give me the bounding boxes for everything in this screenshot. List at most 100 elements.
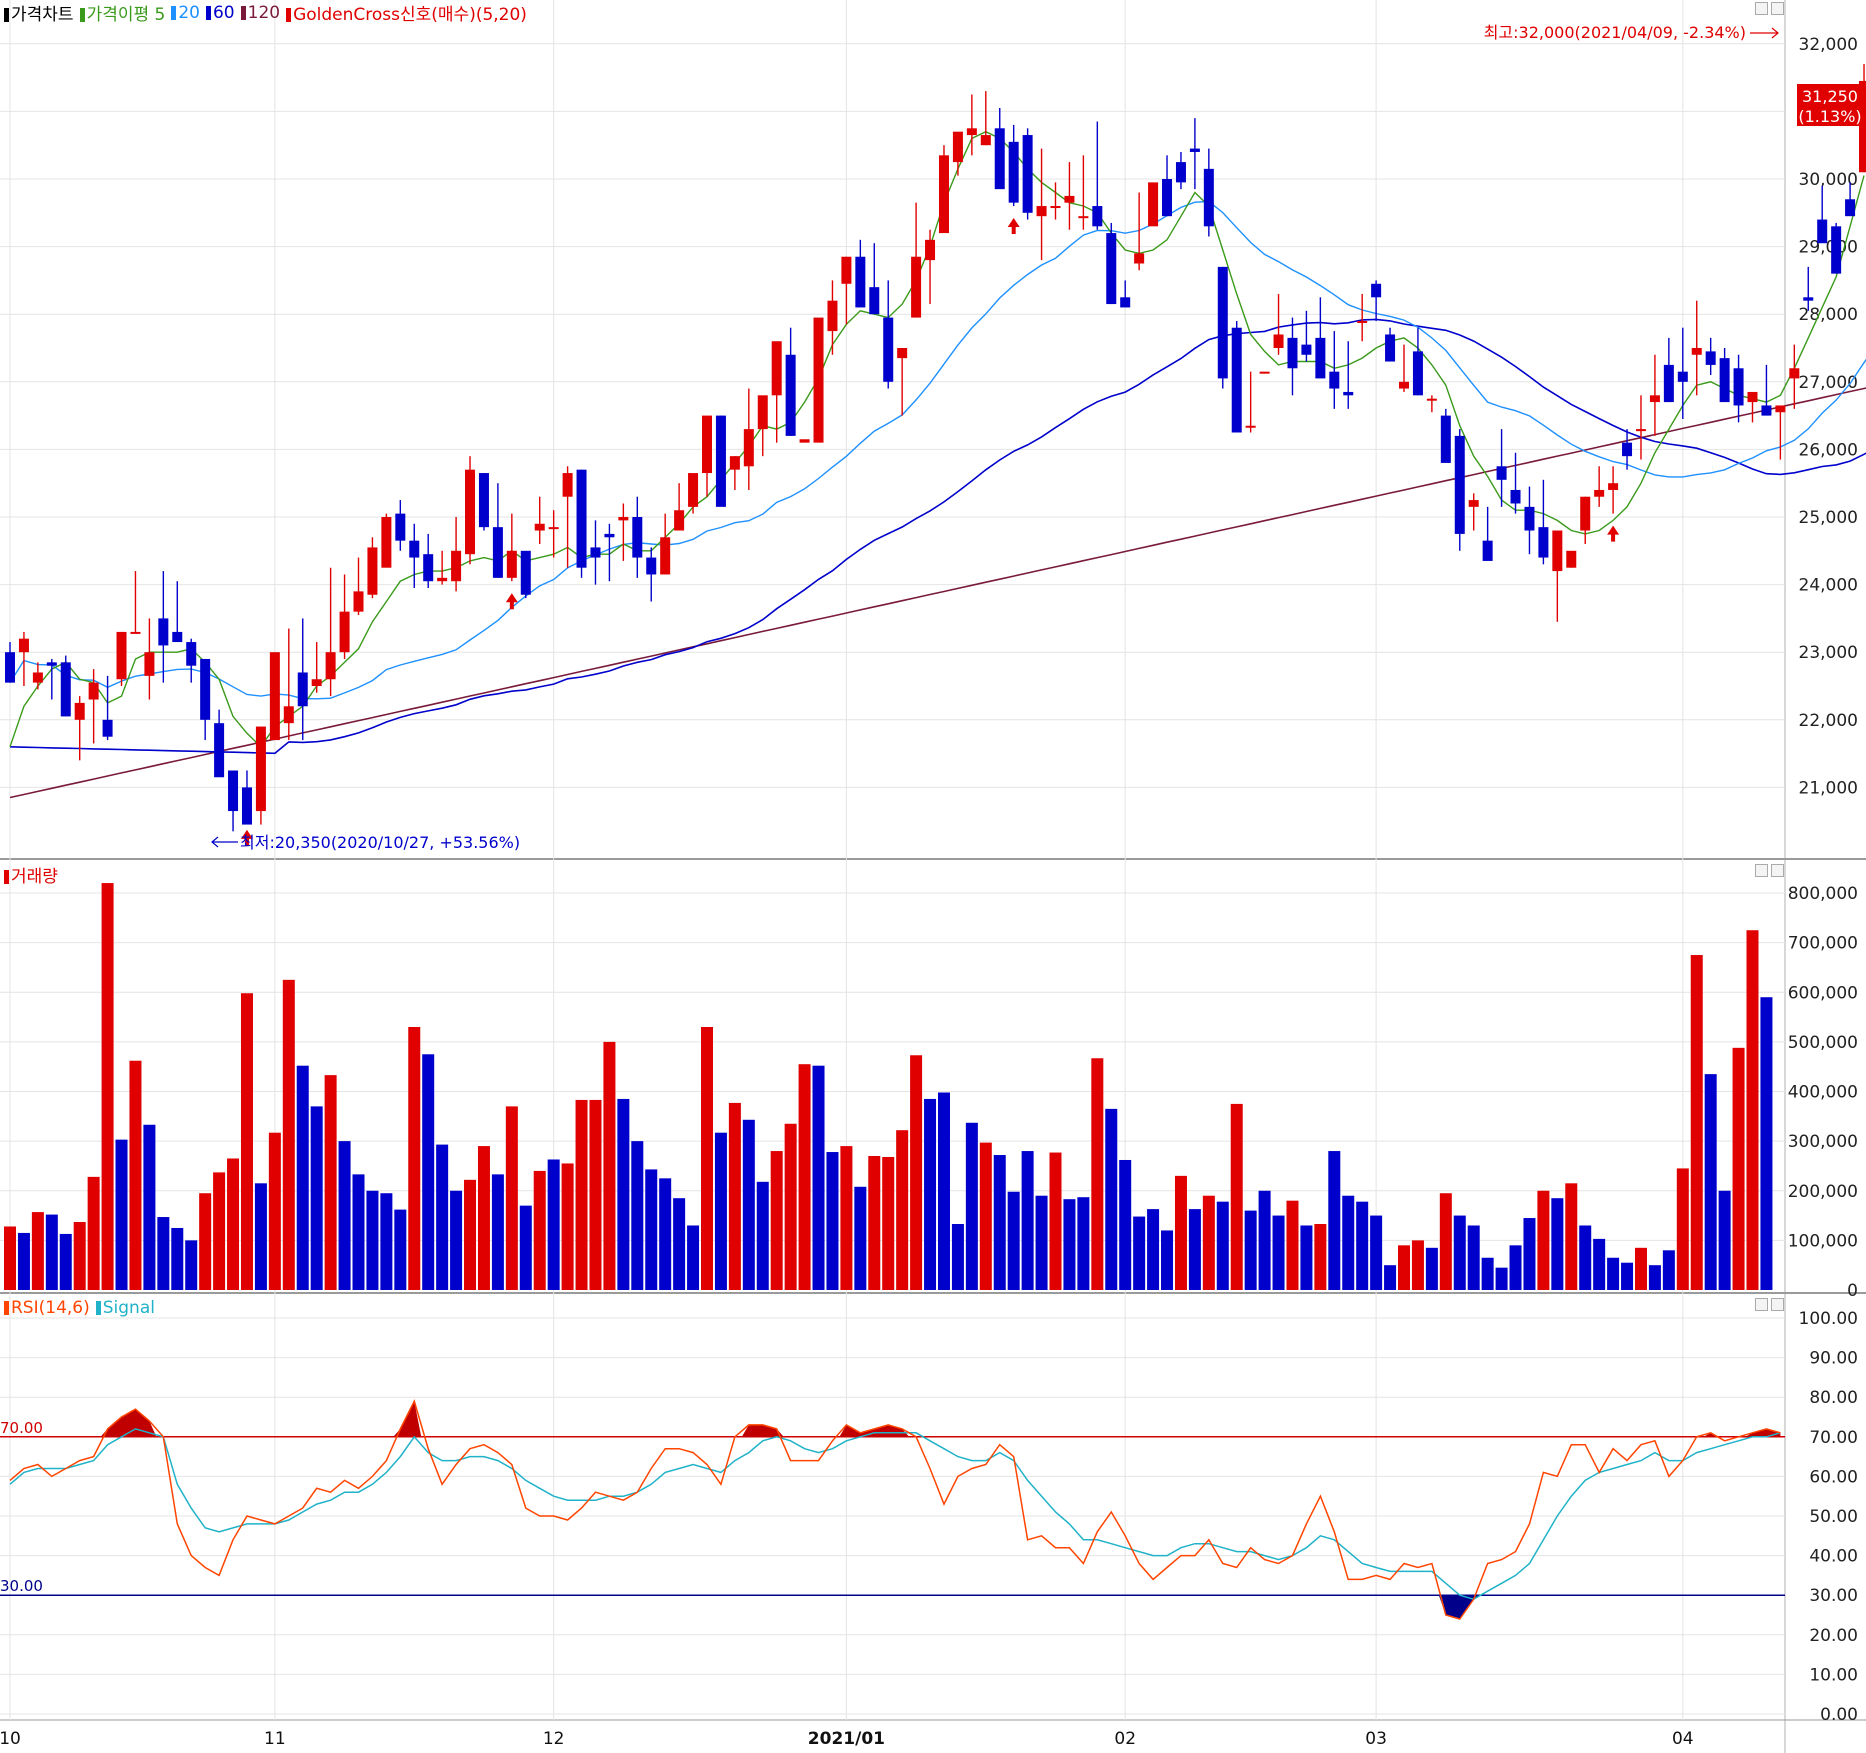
price-legend: 가격차트 가격이평 5 20 60 120 GoldenCross신호(매수)(… — [4, 0, 527, 25]
candle-body — [1412, 351, 1423, 396]
price-panel-minimize-button[interactable] — [1755, 2, 1768, 15]
volume-bar — [1147, 1209, 1160, 1290]
candle-body — [1608, 483, 1619, 490]
volume-bar — [1091, 1058, 1104, 1290]
rsi-y-tick-label: 30.00 — [1809, 1586, 1858, 1606]
volume-bar — [1662, 1250, 1675, 1290]
volume-bar — [910, 1055, 923, 1290]
legend-golden-cross: GoldenCross신호(매수)(5,20) — [286, 0, 527, 25]
candle-body — [437, 577, 448, 582]
volume-bar — [491, 1174, 504, 1290]
candle-body — [74, 702, 85, 720]
volume-bar — [1216, 1201, 1229, 1290]
candle-body — [925, 239, 936, 261]
legend-price-chart: 가격차트 — [4, 0, 74, 25]
legend-ma120: 120 — [240, 3, 280, 23]
legend-volume: 거래량 — [4, 862, 58, 887]
volume-bar — [1523, 1218, 1536, 1290]
volume-bar — [129, 1060, 142, 1290]
legend-rsi: RSI(14,6) — [4, 1298, 90, 1318]
volume-bar — [937, 1092, 950, 1290]
x-month-label: 02 — [1114, 1729, 1136, 1749]
rsi-y-tick-label: 0.00 — [1820, 1705, 1858, 1725]
volume-bar — [380, 1193, 393, 1290]
candle-body — [1259, 371, 1270, 374]
x-month-label: 12 — [543, 1729, 565, 1749]
candle-body — [1635, 429, 1646, 432]
candle-body — [1008, 141, 1019, 203]
current-change-label: (1.13%) — [1798, 107, 1861, 126]
volume-bar — [464, 1179, 477, 1290]
volume-bar — [854, 1186, 867, 1290]
candle-body — [1747, 391, 1758, 403]
volume-bar — [477, 1146, 490, 1290]
rsi-y-tick-label: 10.00 — [1809, 1665, 1858, 1685]
candle-body — [1594, 489, 1605, 497]
candle-body — [144, 652, 155, 676]
volume-y-tick-label: 800,000 — [1788, 884, 1858, 904]
candle-body — [381, 517, 392, 568]
volume-bar — [1230, 1103, 1243, 1290]
candle-body — [325, 652, 336, 680]
stock-chart[interactable]: 21,000 22,000 23,000 24,000 25,000 26,000 27,0… — [0, 0, 1866, 1753]
volume-legend: 거래량 — [4, 862, 58, 887]
volume-bar — [1272, 1215, 1285, 1290]
volume-bar — [882, 1157, 895, 1290]
volume-bar — [227, 1158, 240, 1290]
volume-bar — [1537, 1190, 1550, 1290]
volume-panel-minimize-button[interactable] — [1755, 864, 1768, 877]
candle-body — [88, 682, 99, 700]
volume-bar — [756, 1181, 769, 1290]
candle-body — [465, 469, 476, 555]
candle-body — [1203, 168, 1214, 227]
volume-bar — [1648, 1265, 1661, 1290]
volume-bar — [1077, 1197, 1090, 1290]
volume-bar — [547, 1159, 560, 1290]
volume-panel-close-button[interactable] — [1771, 864, 1784, 877]
volume-bar — [1370, 1215, 1383, 1290]
candle-body — [395, 513, 406, 541]
candle-body — [18, 638, 29, 653]
price-panel-close-button[interactable] — [1771, 2, 1784, 15]
candle-body — [632, 517, 643, 558]
candle-body — [855, 256, 866, 308]
volume-bar — [1314, 1223, 1327, 1290]
volume-bar — [240, 993, 253, 1290]
volume-bar — [603, 1041, 616, 1290]
rsi-panel-close-button[interactable] — [1771, 1298, 1784, 1311]
volume-bar — [951, 1223, 964, 1290]
candle-body — [576, 469, 587, 568]
volume-bar — [1565, 1183, 1578, 1290]
candle-body — [520, 550, 531, 595]
candle-body — [1329, 371, 1340, 389]
candle-body — [743, 429, 754, 467]
volume-bar — [394, 1209, 407, 1290]
volume-bar — [338, 1141, 351, 1290]
candle-body — [1803, 297, 1814, 301]
volume-y-tick-label: 200,000 — [1788, 1182, 1858, 1202]
candle-body — [1622, 442, 1633, 457]
candle-body — [1092, 206, 1103, 227]
volume-bar — [254, 1183, 267, 1290]
candle-body — [1287, 337, 1298, 369]
candle-body — [423, 554, 434, 582]
candle-body — [367, 547, 378, 595]
candle-body — [214, 723, 225, 778]
volume-bar — [770, 1151, 783, 1290]
price-y-tick-label: 25,000 — [1799, 508, 1858, 528]
rsi-legend: RSI(14,6) Signal — [4, 1298, 155, 1318]
volume-bar — [1286, 1200, 1299, 1290]
legend-signal: Signal — [95, 1298, 155, 1318]
volume-bar — [561, 1163, 574, 1290]
candle-body — [116, 631, 127, 680]
volume-bar — [742, 1119, 755, 1290]
volume-bar — [589, 1099, 602, 1290]
volume-bar — [714, 1132, 727, 1290]
volume-bar — [993, 1155, 1006, 1290]
low-price-annotation: 최저:20,350(2020/10/27, +53.56%) — [240, 833, 520, 852]
volume-bar — [1467, 1225, 1480, 1290]
volume-y-tick-label: 100,000 — [1788, 1231, 1858, 1251]
rsi-panel-minimize-button[interactable] — [1755, 1298, 1768, 1311]
volume-bar — [1579, 1225, 1592, 1290]
volume-bar — [1384, 1265, 1397, 1290]
